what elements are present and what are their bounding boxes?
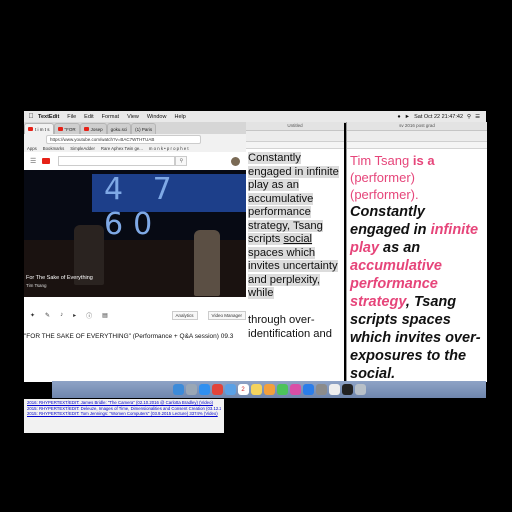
bookmark-item[interactable]: Rare Aphex Twin ge...: [101, 146, 143, 151]
document-body[interactable]: Tim Tsang is a (performer) (performer). …: [347, 149, 487, 382]
textedit-icon[interactable]: [328, 384, 340, 395]
list-icon[interactable]: ☰: [475, 114, 480, 120]
search-input[interactable]: [58, 156, 176, 166]
notes-icon[interactable]: [250, 384, 262, 395]
video-manager-button[interactable]: Video Manager: [207, 310, 246, 320]
menu-edit[interactable]: Edit: [84, 114, 93, 120]
volume-icon[interactable]: ►: [405, 114, 410, 120]
calendar-icon[interactable]: 2: [237, 384, 249, 395]
text-run: through over-identification and: [248, 314, 332, 340]
bookmark-item[interactable]: Apps: [27, 146, 37, 151]
menu-view[interactable]: View: [127, 114, 139, 120]
dock: 2: [52, 381, 486, 398]
list-item[interactable]: 2016: RHYPERTEXT/EDIT: James Bridle: "Th…: [27, 400, 221, 406]
youtube-icon: [28, 127, 33, 131]
url-input[interactable]: https://www.youtube.com/watch?v=BAC7WTHT…: [46, 134, 201, 144]
document-body[interactable]: Constantly engaged in infinite play as a…: [246, 149, 344, 344]
search-icon[interactable]: ⚲: [467, 114, 471, 120]
tab-label: Josep: [90, 126, 103, 132]
youtube-icon: [83, 127, 89, 131]
screen-digits: 4 7 60: [104, 172, 182, 242]
tab-label: goku.sci: [110, 126, 128, 132]
comment-icon[interactable]: ▸: [73, 312, 76, 319]
text-run: Constantly engaged in infinite play as a…: [248, 152, 339, 299]
tab-strip: t i m t s "FOR Josep goku.sci (1) Paris: [24, 122, 246, 134]
caption-icon[interactable]: ▤: [102, 312, 108, 319]
music-icon[interactable]: ♪: [60, 312, 63, 318]
video-full-title: "FOR THE SAKE OF EVERYTHING" (Performanc…: [24, 333, 246, 347]
video-subtitle-overlay: Tim Tsang: [26, 283, 47, 288]
youtube-icon: [57, 127, 63, 131]
safari-icon[interactable]: [198, 384, 210, 395]
text-run: Constantly engaged in: [350, 204, 431, 238]
apple-icon[interactable]: : [24, 113, 38, 120]
window-title: Untitled: [246, 122, 344, 131]
tab-label: "FOR: [64, 126, 76, 132]
appstore-icon[interactable]: [302, 384, 314, 395]
bookmark-item[interactable]: SimpleAdder: [70, 146, 95, 151]
photos-icon[interactable]: [263, 384, 275, 395]
info-icon[interactable]: ⓘ: [86, 311, 92, 320]
pen-icon[interactable]: ✎: [45, 312, 50, 319]
menu-help[interactable]: Help: [174, 114, 185, 120]
format-toolbar[interactable]: [246, 131, 344, 142]
tab-label: t i m t s: [35, 126, 50, 132]
chrome-icon[interactable]: [211, 384, 223, 395]
video-toolbar: ✦ ✎ ♪ ▸ ⓘ ▤ Analytics Video Manager: [24, 308, 246, 322]
text-run: (performer).: [350, 187, 419, 202]
bookmark-item[interactable]: m o n k • p r o p h e t: [149, 146, 189, 151]
messages-icon[interactable]: [276, 384, 288, 395]
youtube-logo[interactable]: [42, 158, 51, 164]
analytics-button[interactable]: Analytics: [171, 310, 198, 320]
text-run: Tim Tsang: [350, 153, 413, 168]
text-run: Constantly engaged in infinite play as a…: [248, 152, 339, 245]
launchpad-icon[interactable]: [185, 384, 197, 395]
menu-format[interactable]: Format: [102, 114, 119, 120]
tab-label: (1) Paris: [135, 126, 153, 132]
performer-figure: [194, 230, 220, 296]
settings-icon[interactable]: [315, 384, 327, 395]
textedit-window-2: sv 2016 post grad Tim Tsang is a (perfor…: [346, 122, 487, 382]
terminal-icon[interactable]: [341, 384, 353, 395]
video-title-overlay: For The Sake of Everything: [26, 275, 93, 281]
browser-window: t i m t s "FOR Josep goku.sci (1) Paris …: [24, 122, 246, 382]
text-run: spaces which invites uncertainty and per…: [248, 246, 338, 300]
menu-file[interactable]: File: [67, 114, 76, 120]
underlined-word: social: [283, 233, 313, 245]
bookmark-item[interactable]: Bookmarks: [43, 146, 65, 151]
text-run: (performer): [350, 170, 416, 185]
magic-wand-icon[interactable]: ✦: [30, 312, 35, 319]
video-player[interactable]: 4 7 60 For The Sake of Everything Tim Ts…: [24, 170, 246, 297]
wifi-icon[interactable]: ●: [397, 114, 400, 120]
itunes-icon[interactable]: [289, 384, 301, 395]
browser-tab[interactable]: goku.sci: [106, 123, 132, 134]
finder-icon[interactable]: [172, 384, 184, 395]
ruler[interactable]: [246, 142, 344, 149]
link-list: 2016: RHYPERTEXT/EDIT: James Bridle: "Th…: [24, 399, 224, 433]
hamburger-icon[interactable]: ☰: [30, 157, 36, 165]
menu-app[interactable]: TextEdit: [38, 114, 59, 120]
window-title: sv 2016 post grad: [347, 122, 487, 131]
text-run: is a: [412, 153, 435, 168]
browser-tab[interactable]: "FOR: [53, 123, 80, 134]
ruler[interactable]: [347, 142, 487, 149]
text-run: as an: [379, 240, 421, 256]
textedit-window-1: Untitled Constantly engaged in infinite …: [246, 122, 344, 382]
search-button[interactable]: ⚲: [175, 156, 188, 166]
menu-window[interactable]: Window: [147, 114, 167, 120]
browser-tab[interactable]: Josep: [79, 123, 107, 134]
avatar[interactable]: [231, 156, 240, 166]
mail-icon[interactable]: [224, 384, 236, 395]
browser-tab[interactable]: (1) Paris: [131, 123, 157, 134]
menubar-clock[interactable]: Sat Oct 22 21:47:42: [414, 114, 463, 120]
youtube-header: ☰ ⚲: [24, 152, 246, 170]
list-item[interactable]: 2015: RHYPERTEXT/EDIT: Tom Jennings: "Wo…: [27, 411, 221, 417]
browser-tab[interactable]: t i m t s: [24, 123, 54, 134]
format-toolbar[interactable]: [347, 131, 487, 142]
trash-icon[interactable]: [354, 384, 366, 395]
